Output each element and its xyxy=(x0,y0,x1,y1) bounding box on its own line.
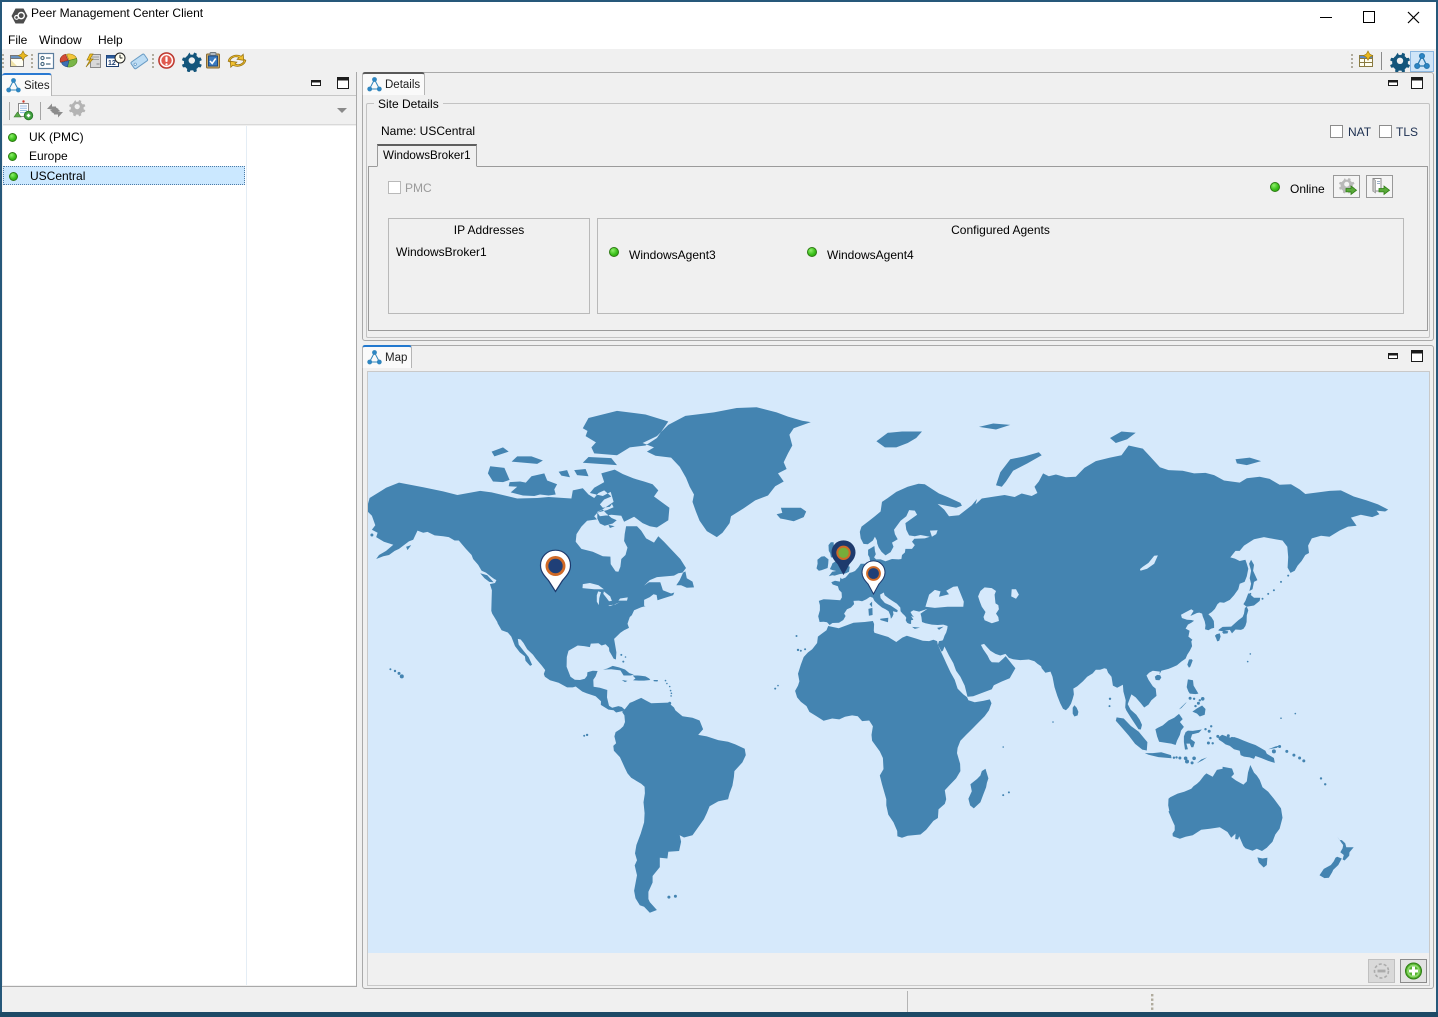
svg-text:12: 12 xyxy=(108,60,116,67)
